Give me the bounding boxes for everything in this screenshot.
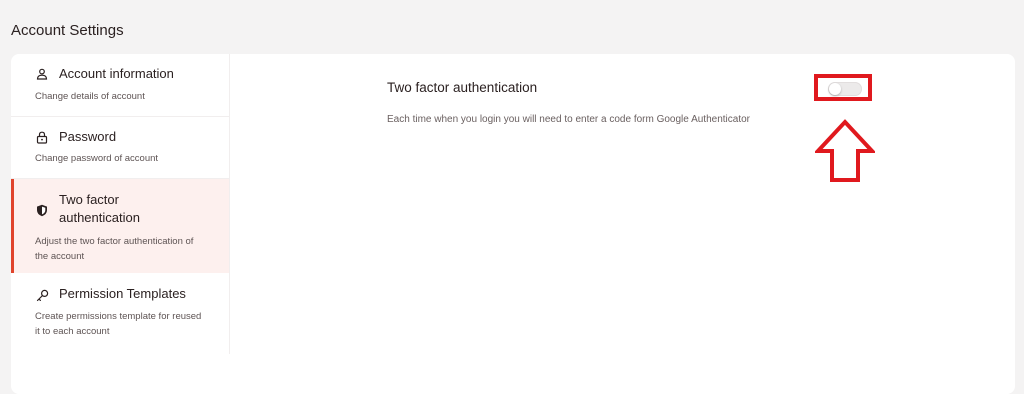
sidebar-item-permission-templates[interactable]: Permission Templates Create permissions … [11, 273, 229, 354]
page-title: Account Settings [11, 22, 124, 39]
sidebar-item-two-factor-authentication[interactable]: Two factor authentication Adjust the two… [11, 179, 229, 273]
annotation-up-arrow-icon [815, 119, 875, 182]
sidebar-item-label: Permission Templates [59, 286, 186, 301]
settings-sidebar: Account information Change details of ac… [11, 54, 230, 354]
sidebar-item-description: Change details of account [35, 91, 145, 102]
sidebar-item-description-line-2: it to each account [35, 326, 110, 337]
content-description: Each time when you login you will need t… [387, 114, 750, 125]
sidebar-item-description-line-1: Create permissions template for reused [35, 311, 202, 322]
sidebar-item-label-line-2: authentication [59, 210, 140, 225]
sidebar-item-label: Account information [59, 66, 174, 81]
key-icon [35, 288, 49, 302]
annotation-highlight-box [814, 74, 872, 101]
content-title: Two factor authentication [387, 80, 538, 95]
sidebar-item-label-line-1: Two factor [59, 192, 119, 207]
sidebar-item-description-line-1: Adjust the two factor authentication of [35, 236, 194, 247]
shield-icon [35, 203, 49, 217]
lock-icon [35, 130, 49, 144]
sidebar-item-description: Change password of account [35, 153, 159, 164]
sidebar-item-password[interactable]: Password Change password of account [11, 117, 229, 179]
settings-card: Account information Change details of ac… [11, 54, 1015, 394]
sidebar-item-account-information[interactable]: Account information Change details of ac… [11, 54, 229, 117]
user-icon [35, 67, 49, 81]
sidebar-item-description-line-2: the account [35, 251, 85, 262]
sidebar-item-label: Password [59, 129, 117, 144]
active-indicator [11, 179, 14, 273]
